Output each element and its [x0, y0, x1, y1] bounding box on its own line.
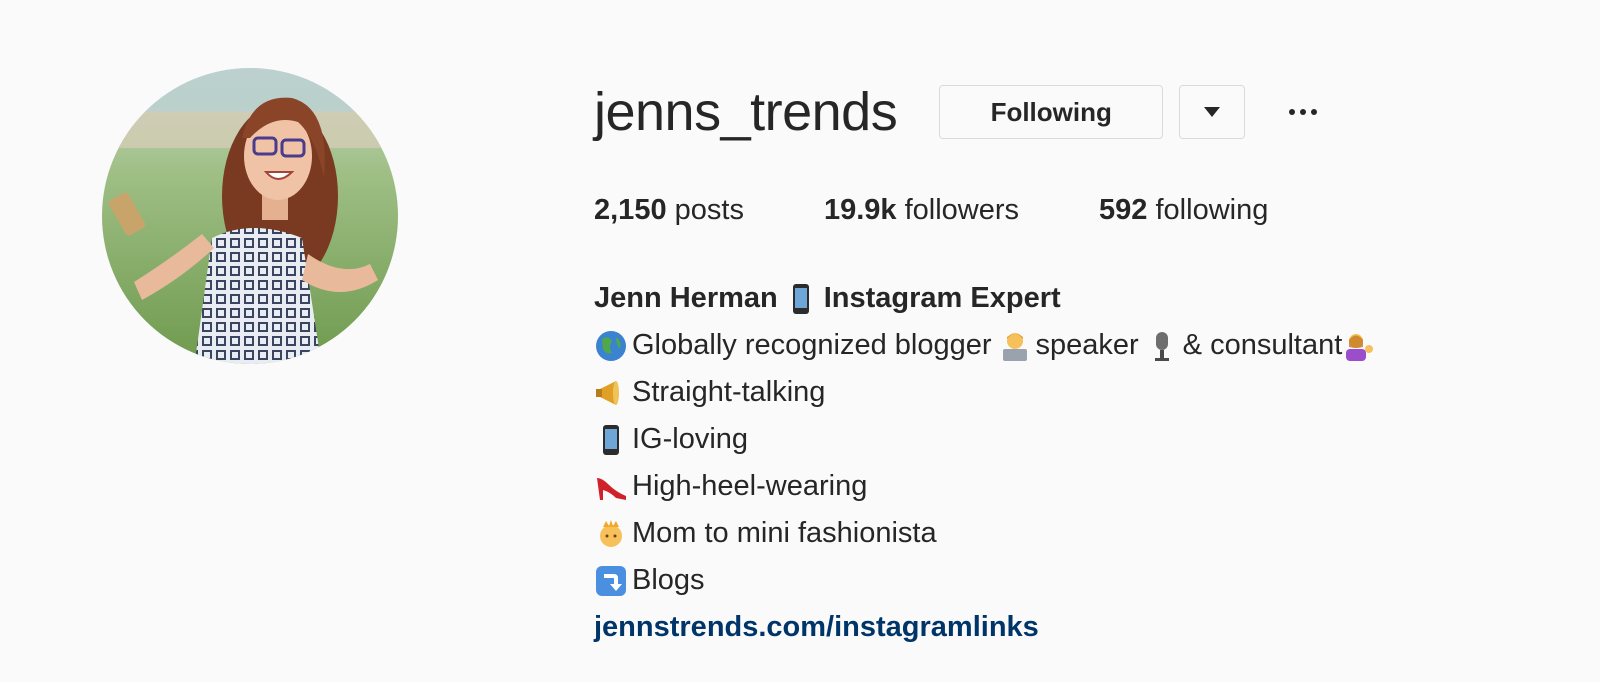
bio-line: IG-loving	[594, 416, 1554, 463]
bio-line6: Blogs	[632, 564, 705, 596]
posts-label: posts	[674, 194, 744, 226]
bio-line1-a: Globally recognized blogger	[632, 329, 992, 361]
username: jenns_trends	[594, 82, 898, 142]
bio-line: Straight-talking	[594, 369, 1554, 416]
bio-line: High-heel-wearing	[594, 463, 1554, 510]
profile-photo[interactable]	[102, 68, 398, 364]
more-options-icon[interactable]	[1283, 85, 1323, 139]
profile-stats: 2,150 posts 19.9k followers 592 followin…	[594, 194, 1348, 227]
high-heel-emoji	[594, 470, 628, 504]
bio-line4: High-heel-wearing	[632, 470, 868, 502]
microphone-emoji	[1145, 329, 1179, 363]
bio-line2: Straight-talking	[632, 376, 826, 408]
following-count[interactable]: 592 following	[1099, 194, 1268, 227]
website-link[interactable]: jennstrends.com/instagramlinks	[594, 604, 1039, 651]
following-value: 592	[1099, 194, 1148, 226]
globe-emoji	[594, 329, 628, 363]
tipping-hand-emoji	[1342, 329, 1376, 363]
mobile-phone-emoji	[784, 282, 818, 316]
profile-bio: Jenn Herman Instagram Expert Globally re…	[594, 275, 1554, 651]
bio-line3: IG-loving	[632, 423, 749, 455]
chevron-down-icon	[1204, 107, 1221, 117]
arrow-down-emoji	[594, 564, 628, 598]
followers-label: followers	[904, 194, 1020, 226]
full-name: Jenn Herman Instagram Expert	[594, 275, 1554, 322]
following-label: following	[1155, 194, 1269, 226]
bio-line: Mom to mini fashionista	[594, 510, 1554, 557]
followers-value: 19.9k	[823, 194, 897, 226]
mobile-phone-emoji	[594, 423, 628, 457]
suggestions-dropdown-button[interactable]	[1179, 85, 1246, 139]
technologist-emoji	[998, 329, 1032, 363]
profile-header: jenns_trends Following	[594, 78, 1323, 146]
full-name-text: Jenn Herman	[594, 282, 778, 314]
bio-line: Blogs	[594, 557, 1554, 604]
bio-line: Globally recognized blogger speaker & co…	[594, 322, 1554, 369]
bio-line: jennstrends.com/instagramlinks	[594, 604, 1554, 651]
bio-line5: Mom to mini fashionista	[632, 517, 937, 549]
followers-count[interactable]: 19.9k followers	[824, 194, 1019, 227]
bio-headline: Instagram Expert	[823, 282, 1061, 314]
megaphone-emoji	[594, 376, 628, 410]
posts-value: 2,150	[594, 194, 667, 226]
bio-line1-c: & consultant	[1182, 329, 1343, 361]
bio-line1-b: speaker	[1035, 329, 1139, 361]
posts-count: 2,150 posts	[594, 194, 744, 227]
princess-emoji	[594, 517, 628, 551]
following-button[interactable]: Following	[939, 85, 1164, 139]
